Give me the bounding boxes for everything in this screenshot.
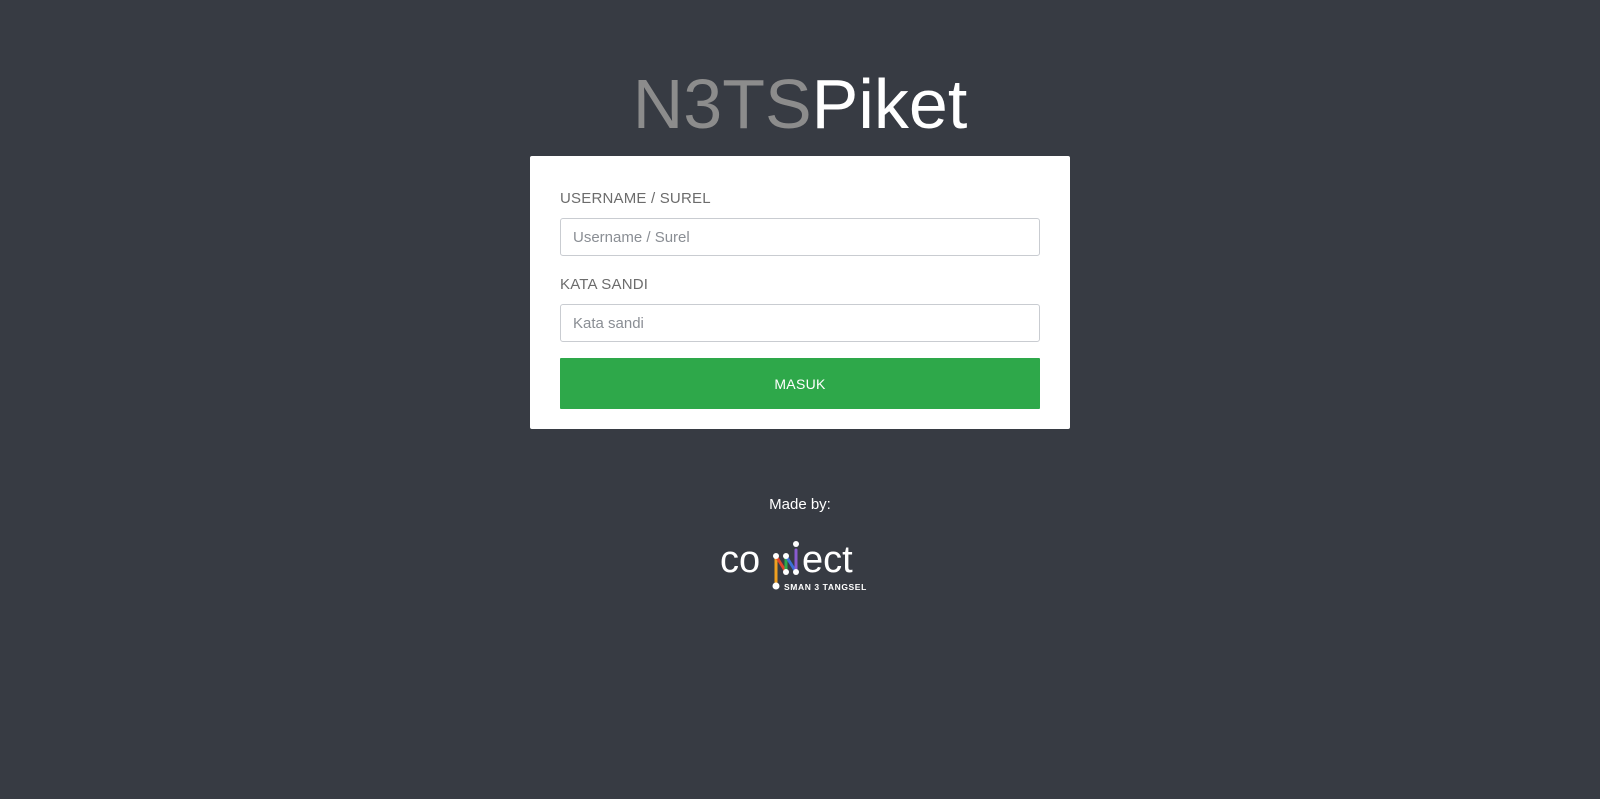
login-card: USERNAME / SUREL KATA SANDI MASUK bbox=[530, 156, 1070, 429]
connect-logo: co ect SMAN 3 TANGSEL bbox=[718, 532, 882, 592]
svg-text:SMAN 3 TANGSEL: SMAN 3 TANGSEL bbox=[784, 582, 867, 592]
login-button[interactable]: MASUK bbox=[560, 358, 1040, 409]
app-title: N3TSPiket bbox=[0, 64, 1600, 144]
made-by-label: Made by: bbox=[769, 496, 831, 513]
connect-logo-icon: co ect SMAN 3 TANGSEL bbox=[720, 539, 867, 592]
username-input[interactable] bbox=[560, 218, 1040, 256]
password-input[interactable] bbox=[560, 304, 1040, 342]
login-page: N3TSPiket USERNAME / SUREL KATA SANDI MA… bbox=[0, 0, 1600, 799]
svg-text:co: co bbox=[720, 539, 760, 581]
svg-text:ect: ect bbox=[802, 539, 853, 581]
password-label: KATA SANDI bbox=[560, 276, 649, 293]
app-title-suffix: Piket bbox=[811, 65, 968, 143]
app-title-prefix: N3TS bbox=[632, 65, 812, 143]
username-label: USERNAME / SUREL bbox=[560, 190, 711, 207]
